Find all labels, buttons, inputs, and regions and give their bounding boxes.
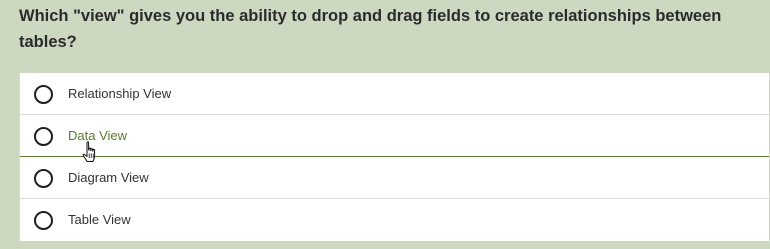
option-label: Data View <box>68 128 128 143</box>
question-text: Which "view" gives you the ability to dr… <box>19 7 722 51</box>
option-data-view[interactable]: Data View <box>20 115 769 157</box>
option-table-view[interactable]: Table View <box>20 199 769 241</box>
option-label: Diagram View <box>68 170 149 185</box>
radio-button-icon[interactable] <box>34 211 53 230</box>
answer-options: Relationship View Data View Diagram View… <box>19 73 769 241</box>
option-label: Relationship View <box>68 86 172 101</box>
radio-button-icon[interactable] <box>34 169 53 188</box>
radio-button-icon[interactable] <box>34 127 53 146</box>
option-relationship-view[interactable]: Relationship View <box>20 73 769 115</box>
option-label: Table View <box>68 212 131 227</box>
radio-button-icon[interactable] <box>34 85 53 104</box>
option-diagram-view[interactable]: Diagram View <box>20 157 769 199</box>
